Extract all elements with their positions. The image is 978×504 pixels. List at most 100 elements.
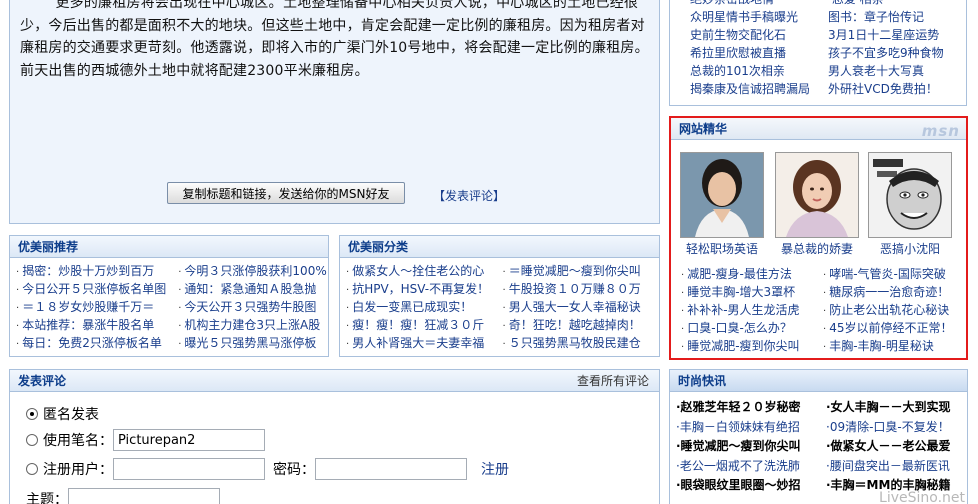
list-item[interactable]: · 睡觉减肥-瘦到你尖叫 xyxy=(681,337,823,355)
list-item[interactable]: ·09清除-口臭-不复发！ xyxy=(826,418,950,438)
list-item[interactable]: 图书：章子怡传记 xyxy=(828,8,976,26)
penname-input[interactable] xyxy=(113,429,265,451)
list-item[interactable]: 外研社VCD免费拍！ xyxy=(828,80,976,98)
list-item[interactable]: · ＝１８岁女炒股赚千万＝ xyxy=(16,298,178,316)
list-item[interactable]: · 糖尿病一一治愈奇迹！ xyxy=(823,283,965,301)
list-item[interactable]: · 口臭-口臭-怎么办？ xyxy=(681,319,823,337)
list-item[interactable]: · 补补补-男人生龙活虎 xyxy=(681,301,823,319)
list-item[interactable]: · 本站推荐：暴涨牛股名单 xyxy=(16,316,178,334)
subject-label: 主题： xyxy=(26,492,68,504)
penname-label: 使用笔名： xyxy=(43,433,113,449)
list-item[interactable]: · ５只强势黑马牧股民建仓 xyxy=(503,334,660,352)
list-item[interactable]: 3月1日十二星座运势 xyxy=(828,26,976,44)
article-box: “更多的廉租房将会出现在中心城区。”土地整理储备中心相关负责人说，中心城区的土地… xyxy=(9,0,660,224)
list-item[interactable]: · 今日公开５只涨停板名单图 xyxy=(16,280,178,298)
article-paragraph: “更多的廉租房将会出现在中心城区。”土地整理储备中心相关负责人说，中心城区的土地… xyxy=(20,0,649,79)
fashion-row: ·睡觉减肥～瘦到你尖叫 ·做紧女人－－老公最爱 xyxy=(676,437,966,457)
list-item[interactable]: · 抗HPV，HSV-不再复发！ xyxy=(346,280,503,298)
list-item[interactable]: 史前生物交配化石 xyxy=(690,26,838,44)
list-item[interactable]: ·做紧女人－－老公最爱 xyxy=(826,437,951,457)
list-item[interactable]: · 曝光５只强势黑马涨停板 xyxy=(178,334,328,352)
penname-option[interactable]: 使用笔名： xyxy=(26,429,265,451)
password-label: 密码： xyxy=(273,462,315,478)
list-item[interactable]: · 白发一变黑已成现实！ xyxy=(346,298,503,316)
list-item[interactable]: · 今明３只涨停股获利100% xyxy=(178,262,328,280)
msn-link-list: · 减肥-瘦身-最佳方法 · 睡觉丰胸-增大3罩杯 · 补补补-男人生龙活虎 · 口臭-… xyxy=(675,261,965,355)
thumbnail-xiaoshenyang[interactable] xyxy=(868,152,952,238)
username-input[interactable] xyxy=(113,458,265,480)
list-item[interactable]: · 丰胸-丰胸-明星秘诀 xyxy=(823,337,965,355)
list-item[interactable]: · 机构主力建仓3只上涨A股 xyxy=(178,316,328,334)
caption-career-english[interactable]: 轻松职场英语 xyxy=(673,240,771,257)
recommend-panel: 优美丽推荐 · 揭密：炒股十万炒到百万 · 今日公开５只涨停板名单图 · ＝１８岁女炒… xyxy=(9,235,329,357)
fashion-news-panel: 时尚快讯 ·赵雅芝年轻２０岁秘密 ·女人丰胸－－大到实现 ·丰胸－白领妹妹有绝招… xyxy=(669,369,968,504)
list-item[interactable]: ·丰胸－白领妹妹有绝招 xyxy=(676,418,826,438)
list-item[interactable]: ·腰间盘突出－最新医讯 xyxy=(826,457,950,477)
post-comment-link[interactable]: 【发表评论】 xyxy=(433,187,505,204)
list-item[interactable]: · 每日：免费2只涨停板名单 xyxy=(16,334,178,352)
recommend-title: 优美丽推荐 xyxy=(10,236,328,258)
list-item[interactable]: · 瘦！瘦！瘦！狂减３０斤 xyxy=(346,316,503,334)
list-item[interactable]: 希拉里欣慰被直播 xyxy=(690,44,838,62)
caption-xiaoshenyang[interactable]: 恶搞小沈阳 xyxy=(861,240,959,257)
list-item[interactable]: · 防止老公出轨花心秘诀 xyxy=(823,301,965,319)
comment-panel: 发表评论 查看所有评论 匿名发表 使用笔名： 注册用户： 密码： 注册 主题： xyxy=(9,369,660,504)
list-item[interactable]: · 哮喘-气管炎-国际突破 xyxy=(823,265,965,283)
fashion-row: ·赵雅芝年轻２０岁秘密 ·女人丰胸－－大到实现 xyxy=(676,398,966,418)
fashion-news-title: 时尚快讯 xyxy=(670,370,967,392)
list-item[interactable]: 孩子不宜多吃9种食物 xyxy=(828,44,976,62)
registered-radio[interactable] xyxy=(26,463,38,475)
fashion-row: ·老公一烟戒不了洗洗肺 ·腰间盘突出－最新医讯 xyxy=(676,457,966,477)
list-item[interactable]: · ＝睡觉减肥～瘦到你尖叫 xyxy=(503,262,660,280)
list-item[interactable]: · 通知：紧急通知Ａ股急抛 xyxy=(178,280,328,298)
msn-logo: msn xyxy=(921,122,960,140)
list-item[interactable]: · 今天公开３只强势牛股图 xyxy=(178,298,328,316)
category-panel: 优美丽分类 · 做紧女人～拴住老公的心 · 抗HPV，HSV-不再复发！ · 白发一变… xyxy=(339,235,660,357)
fashion-news-list: ·赵雅芝年轻２０岁秘密 ·女人丰胸－－大到实现 ·丰胸－白领妹妹有绝招 ·09清… xyxy=(676,398,966,496)
list-item[interactable]: · 奇！狂吃！越吃越掉肉！ xyxy=(503,316,660,334)
view-all-comments-link[interactable]: 查看所有评论 xyxy=(577,370,649,392)
list-item[interactable]: · 睡觉丰胸-增大3罩杯 xyxy=(681,283,823,301)
password-input[interactable] xyxy=(315,458,467,480)
msn-highlights-panel: 网站精华 msn 轻松职场英语 暴总裁的娇妻 恶搞小沈阳 · 减肥-瘦身-最佳方… xyxy=(669,116,968,360)
msn-highlights-title: 网站精华 msn xyxy=(671,118,966,140)
category-title: 优美丽分类 xyxy=(340,236,659,258)
list-item[interactable]: · 揭密：炒股十万炒到百万 xyxy=(16,262,178,280)
list-item[interactable]: 众明星情书手稿曝光 xyxy=(690,8,838,26)
list-item[interactable]: ·恋爱 相亲 xyxy=(828,0,976,8)
list-item[interactable]: 总裁的101次相亲 xyxy=(690,62,838,80)
anonymous-radio[interactable] xyxy=(26,408,38,420)
registered-option[interactable]: 注册用户： 密码： 注册 xyxy=(26,458,509,480)
anonymous-option[interactable]: 匿名发表 xyxy=(26,404,99,424)
list-item[interactable]: 揭秦康及信诚招聘漏局 xyxy=(690,80,838,98)
watermark: LiveSino.net xyxy=(879,490,965,504)
list-item[interactable]: ·眼袋眼纹里眼圈～妙招 xyxy=(676,476,826,496)
list-item[interactable]: 绝妙亲密战地情 xyxy=(690,0,838,8)
list-item[interactable]: · 做紧女人～拴住老公的心 xyxy=(346,262,503,280)
list-item[interactable]: 男人衰老十大写真 xyxy=(828,62,976,80)
subject-input[interactable] xyxy=(68,488,220,504)
caption-ceo-wife[interactable]: 暴总裁的娇妻 xyxy=(768,240,866,257)
registered-label: 注册用户： xyxy=(43,462,113,478)
top-links-left: 绝妙亲密战地情 众明星情书手稿曝光 史前生物交配化石 希拉里欣慰被直播 总裁的1… xyxy=(690,0,838,98)
thumbnail-career-english[interactable] xyxy=(680,152,764,238)
list-item[interactable]: ·女人丰胸－－大到实现 xyxy=(826,398,951,418)
fashion-row: ·丰胸－白领妹妹有绝招 ·09清除-口臭-不复发！ xyxy=(676,418,966,438)
subject-row: 主题： xyxy=(26,488,220,504)
list-item[interactable]: · 45岁以前停经不正常！ xyxy=(823,319,965,337)
list-item[interactable]: · 男人强大一女人幸福秘诀 xyxy=(503,298,660,316)
list-item[interactable]: · 减肥-瘦身-最佳方法 xyxy=(681,265,823,283)
anonymous-label: 匿名发表 xyxy=(43,407,99,423)
register-link[interactable]: 注册 xyxy=(481,459,509,479)
penname-radio[interactable] xyxy=(26,434,38,446)
list-item[interactable]: ·睡觉减肥～瘦到你尖叫 xyxy=(676,437,826,457)
copy-link-msn-button[interactable]: 复制标题和链接，发送给你的MSN好友 xyxy=(167,182,405,204)
list-item[interactable]: ·赵雅芝年轻２０岁秘密 xyxy=(676,398,826,418)
list-item[interactable]: · 男人补肾强大＝夫妻幸福 xyxy=(346,334,503,352)
comment-title: 发表评论 查看所有评论 xyxy=(10,370,659,392)
thumbnail-ceo-wife[interactable] xyxy=(775,152,859,238)
list-item[interactable]: ·老公一烟戒不了洗洗肺 xyxy=(676,457,826,477)
top-links-right: ·恋爱 相亲 图书：章子怡传记 3月1日十二星座运势 孩子不宜多吃9种食物 男人… xyxy=(828,0,976,98)
list-item[interactable]: · 牛股投资１０万赚８０万 xyxy=(503,280,660,298)
top-links-panel: 绝妙亲密战地情 众明星情书手稿曝光 史前生物交配化石 希拉里欣慰被直播 总裁的1… xyxy=(669,0,967,106)
